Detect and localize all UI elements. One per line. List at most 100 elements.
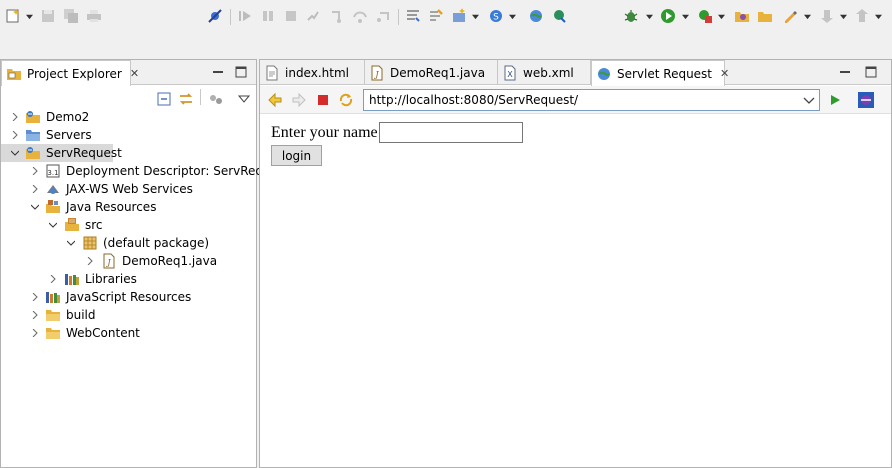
collapse-arrow-icon[interactable] bbox=[48, 220, 58, 230]
login-button[interactable]: login bbox=[271, 145, 322, 166]
previous-annotation-icon[interactable] bbox=[853, 5, 871, 27]
step-return-icon[interactable] bbox=[374, 5, 392, 27]
open-task-icon[interactable] bbox=[427, 5, 445, 27]
tree-label: JAX-WS Web Services bbox=[66, 182, 193, 196]
close-icon[interactable]: ✕ bbox=[130, 67, 139, 80]
expand-arrow-icon[interactable] bbox=[30, 184, 40, 194]
search-web-icon[interactable] bbox=[550, 5, 568, 27]
use-step-filters-icon[interactable] bbox=[404, 5, 422, 27]
suspend-icon[interactable] bbox=[259, 5, 277, 27]
minimize-icon[interactable] bbox=[211, 65, 225, 79]
web-page: Enter your name login bbox=[260, 115, 891, 467]
tree-node-webcontent[interactable]: WebContent bbox=[1, 324, 256, 342]
tree-label: Deployment Descriptor: ServReques bbox=[66, 164, 285, 178]
tree-label: Servers bbox=[46, 128, 92, 142]
close-icon[interactable]: ✕ bbox=[720, 67, 729, 80]
web-service-icon[interactable]: S bbox=[487, 5, 505, 27]
previous-annotation-dropdown-icon[interactable] bbox=[873, 5, 883, 27]
debug-dropdown-icon[interactable] bbox=[644, 5, 654, 27]
expand-arrow-icon[interactable] bbox=[30, 166, 40, 176]
resume-icon[interactable] bbox=[236, 5, 254, 27]
tab-servlet-request[interactable]: Servlet Request ✕ bbox=[591, 60, 729, 86]
collapse-arrow-icon[interactable] bbox=[66, 238, 76, 248]
open-type-icon[interactable] bbox=[733, 5, 751, 27]
new-dropdown-icon[interactable] bbox=[24, 5, 34, 27]
maximize-icon[interactable] bbox=[234, 65, 248, 79]
tab-index-html[interactable]: index.html bbox=[260, 60, 365, 85]
expand-arrow-icon[interactable] bbox=[30, 328, 40, 338]
open-folder-icon[interactable] bbox=[756, 5, 774, 27]
svg-text:3.1: 3.1 bbox=[47, 169, 58, 177]
maximize-icon[interactable] bbox=[864, 65, 878, 79]
terminate-icon[interactable] bbox=[282, 5, 300, 27]
java-file-icon: J bbox=[369, 65, 385, 81]
browser-toolbar bbox=[260, 86, 891, 114]
filters-icon[interactable] bbox=[207, 88, 225, 110]
expand-arrow-icon[interactable] bbox=[30, 310, 40, 320]
name-input[interactable] bbox=[379, 122, 523, 143]
external-tools-icon[interactable] bbox=[696, 5, 714, 27]
print-icon[interactable] bbox=[85, 5, 103, 27]
tab-label: Servlet Request bbox=[617, 66, 713, 81]
expand-arrow-icon[interactable] bbox=[30, 292, 40, 302]
source-folder-icon bbox=[64, 217, 80, 233]
minimize-icon[interactable] bbox=[838, 65, 852, 79]
next-annotation-dropdown-icon[interactable] bbox=[838, 5, 848, 27]
disconnect-icon[interactable] bbox=[305, 5, 323, 27]
tree-node-default-package[interactable]: (default package) bbox=[1, 234, 256, 252]
new-server-dropdown-icon[interactable] bbox=[470, 5, 480, 27]
eclipse-web-browser-icon[interactable] bbox=[856, 89, 876, 111]
folder-icon bbox=[45, 307, 61, 323]
tree-node-deployment-descriptor[interactable]: 3.1 Deployment Descriptor: ServReques bbox=[1, 162, 284, 180]
collapse-arrow-icon[interactable] bbox=[10, 148, 20, 158]
collapse-arrow-icon[interactable] bbox=[30, 202, 40, 212]
tab-label: DemoReq1.java bbox=[390, 65, 486, 80]
tree-node-javascript-resources[interactable]: JavaScript Resources bbox=[1, 288, 256, 306]
globe-icon[interactable] bbox=[527, 5, 545, 27]
tree-node-java-resources[interactable]: Java Resources bbox=[1, 198, 256, 216]
back-icon[interactable] bbox=[266, 89, 284, 111]
tree-node-servrequest[interactable]: ServRequest bbox=[1, 144, 122, 162]
skip-breakpoints-icon[interactable] bbox=[206, 5, 224, 27]
save-icon[interactable] bbox=[39, 5, 57, 27]
step-into-icon[interactable] bbox=[328, 5, 346, 27]
refresh-icon[interactable] bbox=[337, 89, 355, 111]
debug-icon[interactable] bbox=[622, 5, 640, 27]
next-annotation-icon[interactable] bbox=[818, 5, 836, 27]
annotation-dropdown-icon[interactable] bbox=[802, 5, 812, 27]
run-dropdown-icon[interactable] bbox=[680, 5, 690, 27]
save-all-icon[interactable] bbox=[62, 5, 80, 27]
tree-node-demoreq1-java[interactable]: J DemoReq1.java bbox=[1, 252, 256, 270]
tab-project-explorer[interactable]: Project Explorer ✕ bbox=[1, 60, 139, 86]
url-input[interactable] bbox=[363, 89, 820, 111]
web-service-dropdown-icon[interactable] bbox=[507, 5, 517, 27]
tree-node-demo2[interactable]: Demo2 bbox=[1, 108, 256, 126]
forward-icon[interactable] bbox=[290, 89, 308, 111]
go-icon[interactable] bbox=[826, 89, 844, 111]
tree-node-jax-ws[interactable]: JAX-WS Web Services bbox=[1, 180, 256, 198]
expand-arrow-icon[interactable] bbox=[10, 130, 20, 140]
tree-node-libraries[interactable]: Libraries bbox=[1, 270, 256, 288]
view-menu-icon[interactable] bbox=[235, 88, 253, 110]
url-dropdown-icon[interactable] bbox=[801, 92, 817, 108]
deployment-descriptor-icon: 3.1 bbox=[45, 163, 61, 179]
expand-arrow-icon[interactable] bbox=[10, 112, 20, 122]
run-icon[interactable] bbox=[659, 5, 677, 27]
expand-arrow-icon[interactable] bbox=[48, 274, 58, 284]
collapse-all-icon[interactable] bbox=[155, 88, 173, 110]
tree-label: Demo2 bbox=[46, 110, 90, 124]
explorer-title: Project Explorer bbox=[27, 66, 122, 81]
link-with-editor-icon[interactable] bbox=[177, 88, 195, 110]
expand-arrow-icon[interactable] bbox=[85, 256, 95, 266]
tab-demoreq1-java[interactable]: J DemoReq1.java bbox=[365, 60, 498, 85]
tree-node-servers[interactable]: Servers bbox=[1, 126, 256, 144]
stop-icon[interactable] bbox=[314, 89, 332, 111]
step-over-icon[interactable] bbox=[351, 5, 369, 27]
tree-node-src[interactable]: src bbox=[1, 216, 256, 234]
tab-web-xml[interactable]: X web.xml bbox=[498, 60, 591, 85]
annotation-icon[interactable] bbox=[781, 5, 799, 27]
new-icon[interactable] bbox=[4, 5, 22, 27]
new-server-icon[interactable] bbox=[450, 5, 468, 27]
external-tools-dropdown-icon[interactable] bbox=[716, 5, 726, 27]
tree-node-build[interactable]: build bbox=[1, 306, 256, 324]
